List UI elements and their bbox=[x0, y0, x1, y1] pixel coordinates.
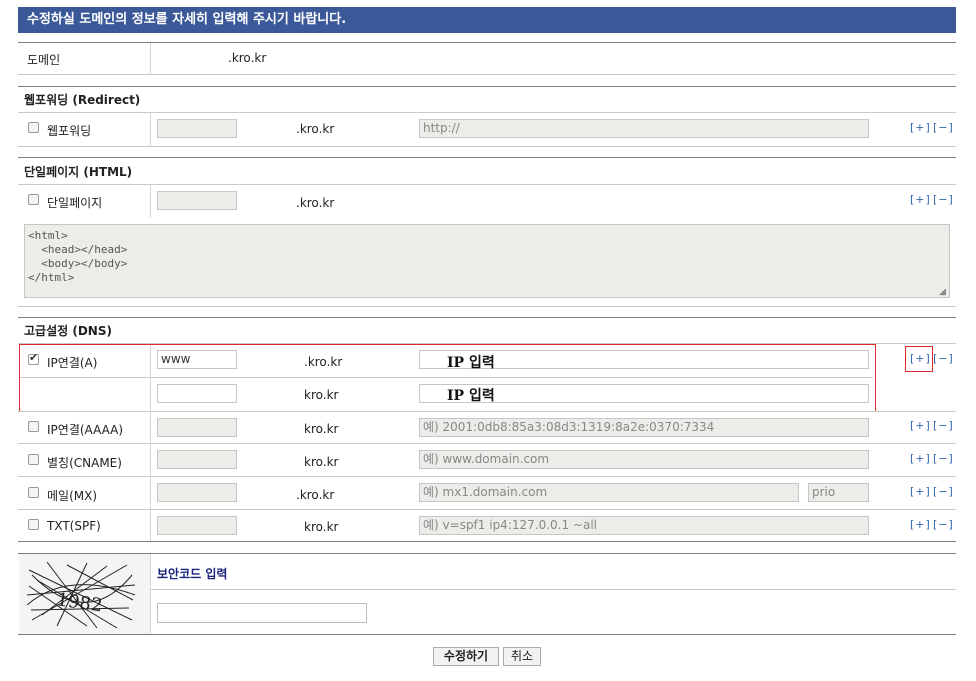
redirect-row-label: 웹포워딩 bbox=[47, 124, 92, 138]
dns-mx-prio-input[interactable]: prio bbox=[808, 483, 869, 502]
dns-aaaa-label: IP연결(AAAA) bbox=[47, 423, 124, 437]
dns-mx-minus-link[interactable]: [−] bbox=[933, 485, 954, 498]
dns-txt-minus-link[interactable]: [−] bbox=[933, 518, 954, 531]
dns-txt-domain-suffix: kro.kr bbox=[304, 520, 339, 534]
redirect-domain-suffix: .kro.kr bbox=[296, 122, 335, 136]
divider bbox=[150, 113, 151, 146]
html-code-textarea[interactable]: <html> <head></head> <body></body> </htm… bbox=[24, 224, 950, 298]
divider bbox=[18, 86, 956, 87]
divider bbox=[18, 443, 956, 444]
divider bbox=[18, 112, 956, 113]
submit-button[interactable]: 수정하기 bbox=[433, 647, 499, 666]
divider bbox=[18, 184, 956, 185]
domain-value: .kro.kr bbox=[228, 51, 267, 65]
dns-cname-minus-link[interactable]: [−] bbox=[933, 452, 954, 465]
redirect-plus-link[interactable]: [+] bbox=[910, 121, 931, 134]
dns-mx-domain-suffix: .kro.kr bbox=[296, 488, 335, 502]
html-plus-link[interactable]: [+] bbox=[910, 193, 931, 206]
dns-aaaa-subdomain-input[interactable] bbox=[157, 418, 237, 437]
dns-txt-value-input[interactable]: 예) v=spf1 ip4:127.0.0.1 ~all bbox=[419, 516, 869, 535]
captcha-image: 1982 bbox=[27, 561, 136, 629]
divider bbox=[18, 157, 956, 158]
dns-aaaa-plus-link[interactable]: [+] bbox=[910, 419, 931, 432]
html-section-title: 단일페이지 (HTML) bbox=[24, 165, 133, 179]
divider bbox=[150, 185, 151, 218]
divider bbox=[18, 509, 956, 510]
divider bbox=[18, 146, 956, 147]
divider bbox=[18, 306, 956, 307]
divider bbox=[18, 411, 956, 412]
html-domain-suffix: .kro.kr bbox=[296, 196, 335, 210]
divider bbox=[150, 554, 151, 634]
dns-aaaa-checkbox[interactable] bbox=[28, 421, 39, 432]
dns-cname-subdomain-input[interactable] bbox=[157, 450, 237, 469]
redirect-url-input[interactable]: http:// bbox=[419, 119, 869, 138]
redirect-subdomain-input[interactable] bbox=[157, 119, 237, 138]
highlight-box bbox=[19, 344, 876, 412]
highlight-box-plus bbox=[905, 346, 933, 372]
divider bbox=[18, 42, 956, 43]
captcha-input[interactable] bbox=[157, 603, 367, 623]
dns-aaaa-domain-suffix: kro.kr bbox=[304, 422, 339, 436]
dns-aaaa-minus-link[interactable]: [−] bbox=[933, 419, 954, 432]
dns-cname-checkbox[interactable] bbox=[28, 454, 39, 465]
divider bbox=[18, 476, 956, 477]
resize-handle-icon[interactable]: ◢ bbox=[939, 287, 946, 297]
dns-cname-value-input[interactable]: 예) www.domain.com bbox=[419, 450, 869, 469]
redirect-checkbox[interactable] bbox=[28, 122, 39, 133]
dns-txt-checkbox[interactable] bbox=[28, 519, 39, 530]
divider bbox=[18, 317, 956, 318]
html-checkbox[interactable] bbox=[28, 194, 39, 205]
html-subdomain-input[interactable] bbox=[157, 191, 237, 210]
dns-txt-plus-link[interactable]: [+] bbox=[910, 518, 931, 531]
dns-a-minus-link[interactable]: [−] bbox=[933, 352, 954, 365]
page-header-banner: 수정하실 도메인의 정보를 자세히 입력해 주시기 바랍니다. bbox=[18, 7, 956, 33]
dns-aaaa-value-input[interactable]: 예) 2001:0db8:85a3:08d3:1319:8a2e:0370:73… bbox=[419, 418, 869, 437]
redirect-section-title: 웹포워딩 (Redirect) bbox=[24, 93, 141, 107]
divider bbox=[18, 541, 956, 542]
redirect-minus-link[interactable]: [−] bbox=[933, 121, 954, 134]
dns-mx-label: 메일(MX) bbox=[47, 489, 98, 503]
captcha-code-text: 1982 bbox=[55, 589, 103, 616]
dns-cname-domain-suffix: kro.kr bbox=[304, 455, 339, 469]
divider bbox=[150, 43, 151, 74]
captcha-cell: 1982 bbox=[19, 554, 150, 634]
dns-mx-subdomain-input[interactable] bbox=[157, 483, 237, 502]
dns-mx-checkbox[interactable] bbox=[28, 487, 39, 498]
divider bbox=[18, 74, 956, 75]
domain-label: 도메인 bbox=[27, 53, 61, 67]
dns-cname-label: 별칭(CNAME) bbox=[47, 456, 122, 470]
divider bbox=[18, 553, 956, 554]
divider bbox=[151, 589, 956, 590]
dns-txt-subdomain-input[interactable] bbox=[157, 516, 237, 535]
dns-mx-value-input[interactable]: 예) mx1.domain.com bbox=[419, 483, 799, 502]
cancel-button[interactable]: 취소 bbox=[503, 647, 541, 666]
dns-cname-plus-link[interactable]: [+] bbox=[910, 452, 931, 465]
html-minus-link[interactable]: [−] bbox=[933, 193, 954, 206]
dns-txt-label: TXT(SPF) bbox=[47, 519, 101, 533]
html-row-label: 단일페이지 bbox=[47, 196, 103, 210]
divider bbox=[18, 634, 956, 635]
dns-mx-plus-link[interactable]: [+] bbox=[910, 485, 931, 498]
captcha-title: 보안코드 입력 bbox=[157, 567, 228, 581]
dns-section-title: 고급설정 (DNS) bbox=[24, 324, 112, 338]
